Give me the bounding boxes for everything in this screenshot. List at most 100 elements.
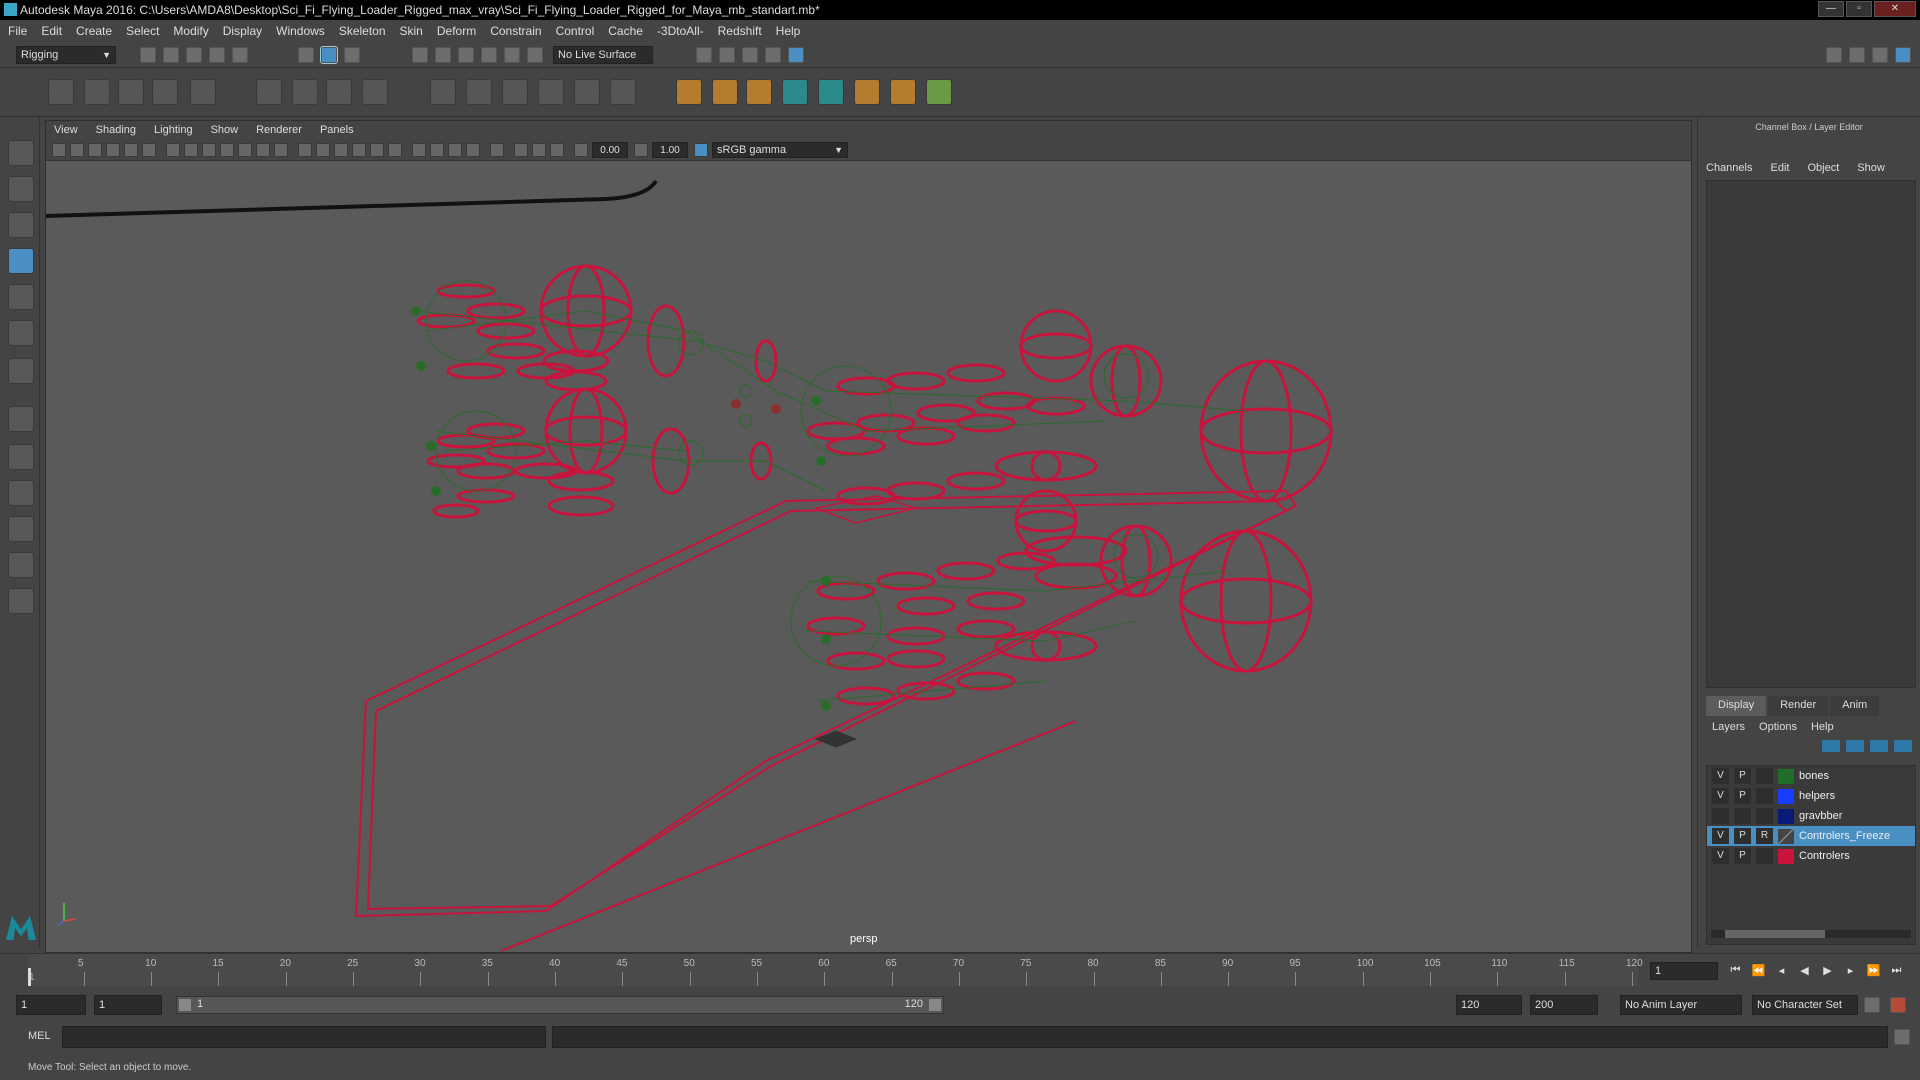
copy-weights-icon[interactable] (538, 79, 564, 105)
new-layer-selected-icon[interactable] (1894, 740, 1912, 752)
wireframe-on-shaded-icon[interactable] (334, 143, 348, 157)
live-surface-field[interactable]: No Live Surface (553, 46, 653, 64)
display-type-toggle[interactable] (1756, 788, 1773, 804)
persp-outliner-icon[interactable] (8, 480, 34, 506)
film-gate-icon[interactable] (184, 143, 198, 157)
options-menu[interactable]: Options (1759, 721, 1797, 733)
gamma-icon[interactable] (634, 143, 648, 157)
paint-weights-icon[interactable] (466, 79, 492, 105)
playback-toggle[interactable]: P (1734, 828, 1751, 844)
insert-joint-icon[interactable] (84, 79, 110, 105)
view-transform-dropdown[interactable]: sRGB gamma ▼ (712, 142, 848, 158)
layer-row-bones[interactable]: V P bones (1707, 766, 1915, 786)
menu-skeleton[interactable]: Skeleton (339, 24, 386, 38)
single-perspective-icon[interactable] (8, 406, 34, 432)
maximize-button[interactable]: ▫ (1846, 1, 1872, 17)
open-scene-icon[interactable] (163, 47, 179, 63)
create-joint-icon[interactable] (48, 79, 74, 105)
use-lights-icon[interactable] (370, 143, 384, 157)
vp-menu-lighting[interactable]: Lighting (154, 124, 193, 136)
bookmark-icon[interactable] (88, 143, 102, 157)
hypershade-icon[interactable] (788, 47, 804, 63)
tab-anim[interactable]: Anim (1830, 696, 1880, 716)
layer-list-scrollbar[interactable] (1711, 930, 1911, 938)
magnet-icon[interactable] (527, 47, 543, 63)
step-forward-key-icon[interactable]: ⏩ (1866, 964, 1881, 977)
exposure-icon[interactable] (574, 143, 588, 157)
playback-end-field[interactable]: 120 (1456, 995, 1522, 1015)
persp-graph-icon[interactable] (8, 516, 34, 542)
rotate-tool-icon[interactable] (8, 284, 34, 310)
new-scene-icon[interactable] (140, 47, 156, 63)
playback-toggle[interactable]: P (1734, 788, 1751, 804)
channels-menu[interactable]: Channels (1706, 162, 1752, 174)
menu-redshift[interactable]: Redshift (718, 24, 762, 38)
ik-handle-icon[interactable] (118, 79, 144, 105)
animation-start-field[interactable]: 1 (16, 995, 86, 1015)
anti-aliasing-icon[interactable] (448, 143, 462, 157)
blend-shape-icon[interactable] (326, 79, 352, 105)
scrollbar-thumb[interactable] (1725, 930, 1825, 938)
parent-constraint-icon[interactable] (782, 79, 808, 105)
aim-constraint-icon[interactable] (712, 79, 738, 105)
screen-space-ao-icon[interactable] (412, 143, 426, 157)
scale-tool-icon[interactable] (8, 320, 34, 346)
layer-color-swatch[interactable] (1778, 848, 1794, 864)
step-back-frame-icon[interactable]: ◂ (1774, 964, 1789, 977)
layers-menu[interactable]: Layers (1712, 721, 1745, 733)
image-plane-icon[interactable] (106, 143, 120, 157)
range-start-handle[interactable] (179, 999, 191, 1011)
menu-create[interactable]: Create (76, 24, 112, 38)
render-settings-icon[interactable] (696, 47, 712, 63)
playback-start-field[interactable]: 1 (94, 995, 162, 1015)
xray-active-icon[interactable] (532, 143, 546, 157)
time-ruler[interactable]: 1 5 10 15 20 25 30 35 40 45 50 55 60 65 70 75 80 85 90 95 1… (28, 954, 1643, 986)
layer-row-controlers[interactable]: V P Controlers (1707, 846, 1915, 866)
resolution-gate-icon[interactable] (202, 143, 216, 157)
ipr-render-icon[interactable] (742, 47, 758, 63)
vp-menu-show[interactable]: Show (211, 124, 239, 136)
step-back-key-icon[interactable]: ⏪ (1751, 964, 1766, 977)
snap-live-icon[interactable] (504, 47, 520, 63)
channel-box-toggle-icon[interactable] (1895, 47, 1911, 63)
play-forward-icon[interactable]: ▶ (1820, 964, 1835, 977)
menu-edit[interactable]: Edit (41, 24, 62, 38)
menu-select[interactable]: Select (126, 24, 159, 38)
range-end-handle[interactable] (929, 999, 941, 1011)
lattice-icon[interactable] (256, 79, 282, 105)
menu-3dtoall[interactable]: -3DtoAll- (657, 24, 704, 38)
layer-color-swatch[interactable] (1778, 808, 1794, 824)
bind-skin-icon[interactable] (430, 79, 456, 105)
viewport-panel[interactable]: View Shading Lighting Show Renderer Pane… (45, 120, 1692, 953)
tool-settings-icon[interactable] (1872, 47, 1888, 63)
redo-icon[interactable] (232, 47, 248, 63)
menu-set-dropdown[interactable]: Rigging ▼ (16, 46, 116, 64)
humanik-icon[interactable] (190, 79, 216, 105)
cluster-icon[interactable] (292, 79, 318, 105)
current-frame-field[interactable]: 1 (1650, 962, 1718, 980)
depth-of-field-icon[interactable] (466, 143, 480, 157)
menu-constrain[interactable]: Constrain (490, 24, 541, 38)
script-language-label[interactable]: MEL (28, 1030, 51, 1042)
close-button[interactable]: ✕ (1874, 1, 1916, 17)
safe-title-icon[interactable] (274, 143, 288, 157)
help-menu[interactable]: Help (1811, 721, 1834, 733)
exposure-field[interactable]: 0.00 (592, 142, 628, 158)
move-tool-icon[interactable] (8, 248, 34, 274)
range-bar[interactable]: 1 120 (176, 996, 944, 1014)
snap-curve-icon[interactable] (435, 47, 451, 63)
channel-box-area[interactable] (1706, 180, 1916, 688)
wireframe-icon[interactable] (298, 143, 312, 157)
minimize-button[interactable]: — (1818, 1, 1844, 17)
vp-menu-view[interactable]: View (54, 124, 78, 136)
select-object-icon[interactable] (320, 46, 338, 64)
mirror-weights-icon[interactable] (502, 79, 528, 105)
remove-influence-icon[interactable] (610, 79, 636, 105)
select-tool-icon[interactable] (8, 140, 34, 166)
render-view-icon[interactable] (765, 47, 781, 63)
xray-joints-icon[interactable] (550, 143, 564, 157)
visibility-toggle[interactable]: V (1712, 768, 1729, 784)
go-to-end-icon[interactable]: ⏭ (1889, 964, 1904, 977)
playback-toggle[interactable] (1734, 808, 1751, 824)
ik-spline-icon[interactable] (152, 79, 178, 105)
